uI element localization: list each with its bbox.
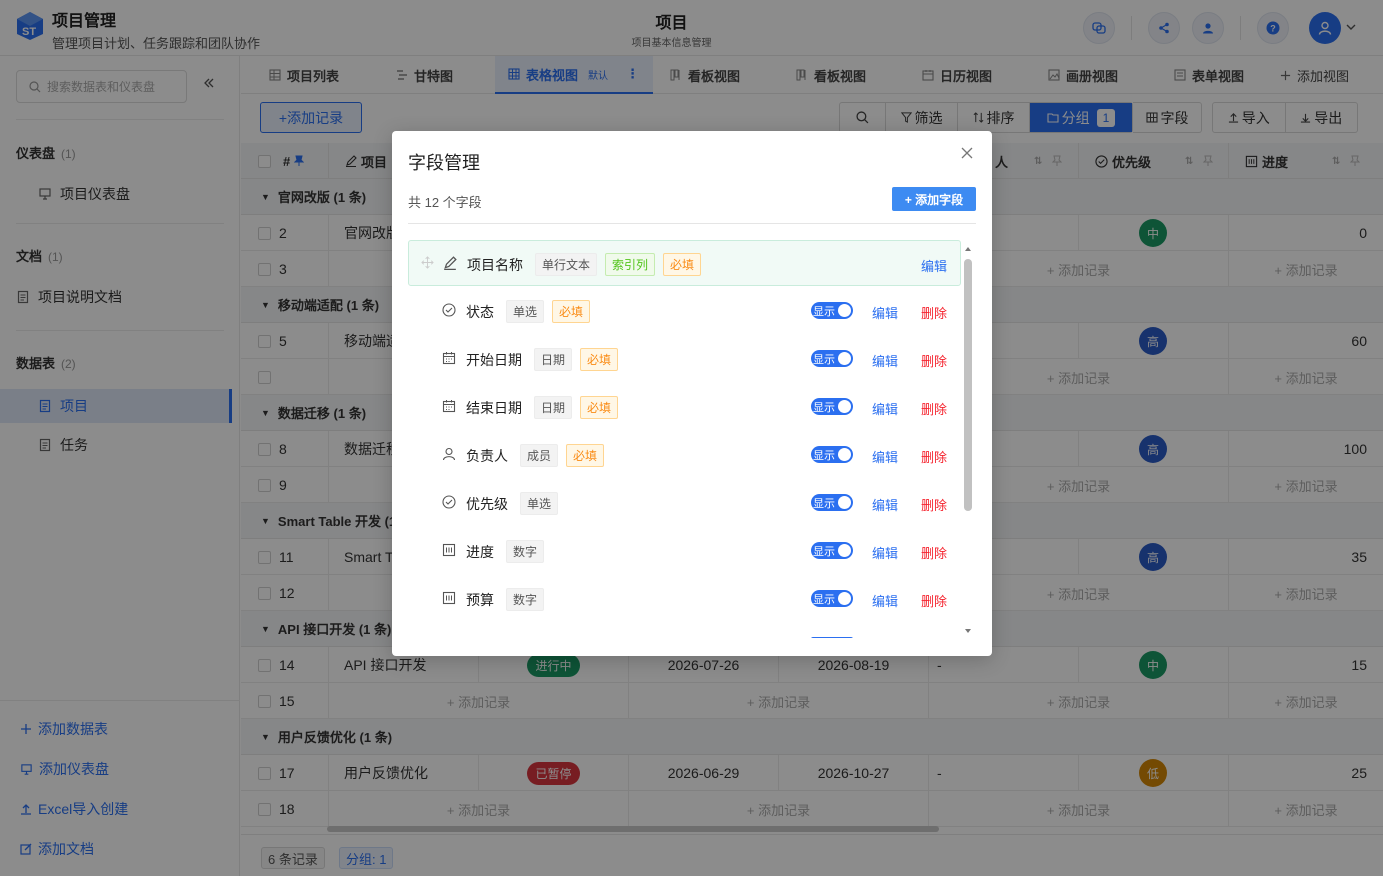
field-row[interactable]: 负责人 成员 必填 显示 编辑 删除 [408,432,961,478]
show-field-toggle[interactable] [811,637,853,638]
field-name: 状态 [466,304,494,320]
drag-handle-icon[interactable] [421,256,434,269]
field-row[interactable]: 开始日期 日期 必填 显示 编辑 删除 [408,336,961,382]
edit-field-link[interactable]: 编辑 [872,495,898,514]
field-name: 结束日期 [466,400,522,416]
show-field-toggle[interactable]: 显示 [811,350,853,367]
required-tag: 必填 [552,300,591,323]
pencil-icon [443,256,457,270]
number-icon [442,543,456,557]
dialog-title: 字段管理 [408,153,480,173]
field-name: 开始日期 [466,352,522,368]
field-row[interactable]: 结束日期 日期 必填 显示 编辑 删除 [408,384,961,430]
delete-field-link[interactable]: 删除 [921,351,947,370]
calendar-icon [442,399,456,413]
required-tag: 必填 [663,253,702,276]
field-name: 优先级 [466,496,508,512]
show-field-toggle[interactable]: 显示 [811,446,853,463]
edit-field-link[interactable]: 编辑 [872,399,898,418]
show-field-toggle[interactable]: 显示 [811,398,853,415]
check-circle-icon [442,303,456,317]
edit-field-link[interactable]: 编辑 [872,351,898,370]
toggle-knob [838,304,851,317]
required-tag: 必填 [566,444,605,467]
field-name: 预算 [466,592,494,608]
field-name: 进度 [466,544,494,560]
delete-field-link[interactable]: 删除 [921,447,947,466]
toggle-knob [838,400,851,413]
show-field-toggle[interactable]: 显示 [811,494,853,511]
index-tag: 索引列 [605,253,656,276]
toggle-knob [838,544,851,557]
add-field-button[interactable]: + 添加字段 [892,187,976,211]
delete-field-link[interactable]: 删除 [921,591,947,610]
field-type-tag: 成员 [520,444,559,467]
show-field-toggle[interactable]: 显示 [811,302,853,319]
field-row-primary[interactable]: 项目名称 单行文本 索引列 必填 编辑 [408,240,961,286]
required-tag: 必填 [580,348,619,371]
field-type-tag: 单选 [520,492,559,515]
edit-field-link[interactable]: 编辑 [872,591,898,610]
calendar-icon [442,351,456,365]
delete-field-link[interactable]: 删除 [921,303,947,322]
edit-field-link[interactable]: 编辑 [921,256,947,275]
dialog-divider [408,223,976,224]
user-icon [442,447,456,461]
toggle-knob [838,592,851,605]
field-row[interactable]: 优先级 单选 显示 编辑 删除 [408,480,961,526]
edit-field-link[interactable]: 编辑 [872,543,898,562]
delete-field-link[interactable]: 删除 [921,495,947,514]
field-tags: 数字 [506,588,545,611]
field-list: 项目名称 单行文本 索引列 必填 编辑 状态 单选 必填 显示 编辑 删除 开始日期 日期 必填 显示 编辑删… [408,240,961,638]
field-tags: 日期 必填 [534,396,619,419]
field-row[interactable]: 进度 数字 显示 编辑 删除 [408,528,961,574]
field-type-tag: 单选 [506,300,545,323]
field-tags: 数字 [506,540,545,563]
field-tags: 日期 必填 [534,348,619,371]
field-type-tag: 数字 [506,588,545,611]
field-row[interactable]: 预算 数字 显示 编辑 删除 [408,576,961,622]
delete-field-link[interactable]: 删除 [921,543,947,562]
edit-field-link[interactable]: 编辑 [872,303,898,322]
toggle-knob [838,352,851,365]
field-row[interactable]: 状态 单选 必填 显示 编辑 删除 [408,288,961,334]
show-field-toggle[interactable]: 显示 [811,590,853,607]
delete-field-link[interactable]: 删除 [921,399,947,418]
field-tags: 单行文本 索引列 必填 [535,253,702,276]
close-icon [961,147,973,159]
toggle-knob [838,496,851,509]
field-tags: 成员 必填 [520,444,605,467]
field-tags: 单选 必填 [506,300,591,323]
field-type-tag: 单行文本 [535,253,598,276]
field-name: 负责人 [466,448,508,464]
number-icon [442,591,456,605]
toggle-knob [838,448,851,461]
check-circle-icon [442,495,456,509]
close-button[interactable] [961,147,973,159]
field-type-tag: 日期 [534,348,573,371]
scrollbar-thumb[interactable] [964,259,972,511]
field-type-tag: 日期 [534,396,573,419]
field-management-dialog: 字段管理 共 12 个字段 + 添加字段 项目名称 单行文本 索引列 必填 编辑 状态 单选… [392,131,992,656]
show-field-toggle[interactable]: 显示 [811,542,853,559]
required-tag: 必填 [580,396,619,419]
field-count: 共 12 个字段 [408,195,482,210]
field-type-tag: 数字 [506,540,545,563]
field-tags: 单选 [520,492,559,515]
edit-field-link[interactable]: 编辑 [872,447,898,466]
field-name: 项目名称 [467,257,523,273]
